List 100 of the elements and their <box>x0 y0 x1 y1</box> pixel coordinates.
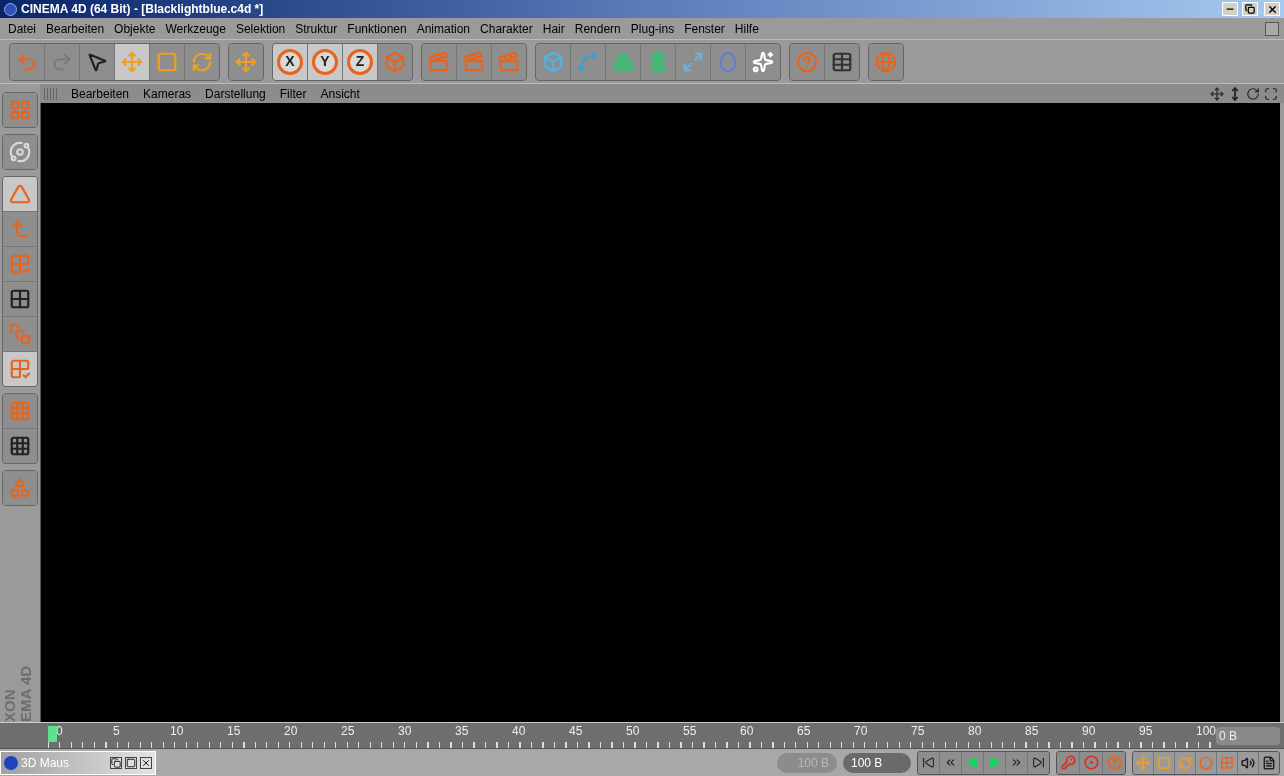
playback-button[interactable] <box>1006 751 1027 774</box>
frame-label: 45 <box>569 724 584 740</box>
frame-label: 10 <box>170 724 185 740</box>
key-button[interactable] <box>1057 751 1079 774</box>
menu-item[interactable]: Objekte <box>109 19 161 38</box>
menu-item[interactable]: Hilfe <box>729 19 764 38</box>
key-button[interactable] <box>1103 751 1125 774</box>
end-frame-field[interactable]: 100 B <box>843 752 911 773</box>
layout-icon <box>9 99 31 121</box>
tool-button[interactable] <box>80 43 114 80</box>
tool-button[interactable] <box>115 43 149 80</box>
cube-icon <box>542 50 564 73</box>
playhead-marker[interactable] <box>48 726 57 742</box>
frame-label: 5 <box>113 724 121 740</box>
tool-button[interactable] <box>3 429 37 463</box>
frame-label: 35 <box>455 724 470 740</box>
menu-item[interactable]: Animation <box>411 19 476 38</box>
layout-switch-icon[interactable] <box>1265 21 1279 36</box>
close-icon[interactable] <box>140 756 152 769</box>
track-button[interactable] <box>1133 751 1153 774</box>
pan-icon[interactable] <box>1210 86 1224 101</box>
menu-item[interactable]: Werkzeuge <box>160 19 231 38</box>
viewport-menu-item[interactable]: Kameras <box>136 84 199 103</box>
playback-button[interactable] <box>940 751 961 774</box>
tool-button[interactable] <box>641 43 675 80</box>
frame-label: 65 <box>797 724 812 740</box>
question-icon <box>1106 755 1122 770</box>
tool-button[interactable]: X <box>273 43 307 80</box>
minimize-button[interactable] <box>1222 2 1238 16</box>
playback-button[interactable] <box>962 751 983 774</box>
tool-button[interactable] <box>825 43 859 80</box>
square-icon <box>1157 755 1171 770</box>
tool-button[interactable] <box>150 43 184 80</box>
menu-item[interactable]: Hair <box>537 19 570 38</box>
track-button[interactable] <box>1196 751 1216 774</box>
menu-item[interactable]: Bearbeiten <box>41 19 110 38</box>
frame-label: 25 <box>341 724 356 740</box>
tool-button[interactable]: Y <box>308 43 342 80</box>
viewport-menu-item[interactable]: Bearbeiten <box>64 84 137 103</box>
axes-icon <box>9 218 31 240</box>
tool-button[interactable] <box>185 43 219 80</box>
frame-label: 15 <box>227 724 242 740</box>
playback-button[interactable] <box>1028 751 1049 774</box>
menu-item[interactable]: Plug-ins <box>625 19 680 38</box>
move-arrows-icon <box>121 50 143 73</box>
question-icon <box>796 50 818 73</box>
tool-button[interactable] <box>746 43 780 80</box>
tool-button[interactable] <box>536 43 570 80</box>
menu-item[interactable]: Rendern <box>569 19 626 38</box>
frame-label: 0 <box>56 724 64 740</box>
primitives-icon <box>9 477 31 499</box>
tool-button[interactable] <box>676 43 710 80</box>
tool-button[interactable] <box>229 43 263 80</box>
autokey-icon <box>1083 755 1099 770</box>
tool-button[interactable]: Z <box>343 43 377 80</box>
play-icon <box>988 756 1001 769</box>
menu-item[interactable]: Selektion <box>230 19 291 38</box>
clapperboard-icon <box>463 50 485 73</box>
track-button[interactable] <box>1238 751 1258 774</box>
spline-icon <box>577 50 599 73</box>
sparkles-icon <box>752 50 774 73</box>
tool-button[interactable] <box>3 282 37 316</box>
key-button[interactable] <box>1080 751 1102 774</box>
window-title: CINEMA 4D (64 Bit) - [Blacklightblue.c4d *] <box>21 1 265 18</box>
menu-item[interactable]: Datei <box>3 19 41 38</box>
step-forward-icon <box>1010 756 1023 769</box>
viewport-menu-item[interactable]: Ansicht <box>313 84 367 103</box>
track-button[interactable] <box>1154 751 1174 774</box>
globe-logo-icon <box>4 755 18 770</box>
track-button[interactable] <box>1175 751 1195 774</box>
playback-button[interactable] <box>918 751 939 774</box>
tool-button[interactable] <box>606 43 640 80</box>
frame-label: 95 <box>1139 724 1154 740</box>
frame-label: 80 <box>968 724 983 740</box>
clapperboard-icon <box>498 50 520 73</box>
track-button[interactable] <box>1217 751 1237 774</box>
viewport-menu-item[interactable]: Filter <box>272 84 314 103</box>
grip-icon[interactable] <box>44 87 58 100</box>
menu-item[interactable]: Charakter <box>475 19 538 38</box>
timeline-ruler[interactable]: 0 5 10 15 20 25 30 35 40 45 50 55 60 65 70 75 80 85 90 95 100 <box>48 724 1217 748</box>
sphere-icon <box>9 141 31 163</box>
menu-item[interactable]: Struktur <box>290 19 343 38</box>
minimized-window-title: 3D Maus <box>21 754 71 772</box>
maximize-view-icon[interactable] <box>1264 86 1278 101</box>
menu-item[interactable]: Funktionen <box>342 19 412 38</box>
frame-label: 60 <box>740 724 755 740</box>
skip-start-icon <box>922 756 935 769</box>
frame-label: 100 <box>1196 724 1217 740</box>
frame-label: 55 <box>683 724 698 740</box>
move-arrows-icon <box>235 50 257 73</box>
track-button[interactable] <box>1259 751 1279 774</box>
globe-icon <box>875 50 897 73</box>
playback-button[interactable] <box>984 751 1005 774</box>
restore-icon[interactable] <box>110 756 122 769</box>
close-button[interactable] <box>1264 2 1280 16</box>
menu-item[interactable]: Fenster <box>679 19 730 38</box>
maximize-icon[interactable] <box>125 756 137 769</box>
orbit-icon[interactable] <box>1246 86 1260 101</box>
viewport-menu-item[interactable]: Darstellung <box>198 84 273 103</box>
restore-button[interactable] <box>1242 2 1258 16</box>
